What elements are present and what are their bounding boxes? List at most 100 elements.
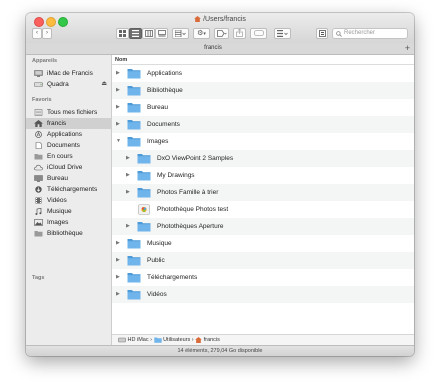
list-row[interactable]: ▶ Applications: [112, 65, 414, 82]
sidebar-item-telechargements[interactable]: Téléchargements: [26, 184, 112, 195]
list-row-label: My Drawings: [157, 172, 195, 179]
disclosure-closed-icon[interactable]: ▶: [126, 150, 130, 167]
column-view-button[interactable]: [142, 28, 155, 39]
path-separator: ›: [191, 337, 194, 343]
sidebar-item-videos[interactable]: Vidéos: [26, 195, 112, 206]
sidebar-item-bureau[interactable]: Bureau: [26, 173, 112, 184]
folder-icon: [127, 86, 141, 96]
folder-icon: [34, 154, 43, 160]
sidebar-item-label: Applications: [47, 131, 83, 138]
photo-library-icon: [138, 204, 150, 215]
window-title: /Users/francis: [26, 16, 414, 23]
sidebar-item-all-files[interactable]: Tous mes fichiers: [26, 107, 112, 118]
list-row[interactable]: ▶ Musique: [112, 235, 414, 252]
sidebar-item-label: Images: [47, 219, 69, 226]
folder-icon: [127, 137, 141, 147]
path-item-hd[interactable]: HD iMac: [128, 337, 149, 343]
new-tab-button[interactable]: +: [403, 44, 412, 53]
grid-icon: [119, 30, 126, 37]
sidebar-item-imac[interactable]: iMac de Francis: [26, 68, 112, 79]
tab-francis[interactable]: francis: [26, 43, 400, 54]
disclosure-closed-icon[interactable]: ▶: [126, 218, 130, 235]
sidebar-item-label: Téléchargements: [47, 186, 98, 193]
list-row[interactable]: ▶ Bibliothèque: [112, 82, 414, 99]
menu-lines-icon: [277, 30, 288, 37]
list-row-label: Musique: [147, 240, 172, 247]
sidebar-section-favorites: Favoris: [32, 97, 52, 103]
disclosure-closed-icon[interactable]: ▶: [116, 116, 120, 133]
eject-icon[interactable]: ⏏: [101, 79, 107, 90]
path-bar: HD iMac › Utilisateurs › francis: [112, 334, 414, 345]
sidebar-item-musique[interactable]: Musique: [26, 206, 112, 217]
list-row-label: Images: [147, 138, 169, 145]
list-row-label: Téléchargements: [147, 274, 198, 281]
list-row[interactable]: ▶ Photothèques Aperture: [112, 218, 414, 235]
home-icon: [194, 16, 201, 22]
path-item-utilisateurs[interactable]: Utilisateurs: [163, 337, 190, 343]
gallery-view-button[interactable]: [155, 28, 168, 39]
list-row[interactable]: ▶ My Drawings: [112, 167, 414, 184]
disclosure-closed-icon[interactable]: ▶: [116, 286, 120, 303]
tag-outline-icon: [253, 30, 264, 36]
music-icon: [35, 208, 42, 215]
list-row[interactable]: ▶ Vidéos: [112, 286, 414, 303]
folder-icon: [137, 154, 151, 164]
list-row[interactable]: ▶ Public: [112, 252, 414, 269]
disclosure-closed-icon[interactable]: ▶: [116, 82, 120, 99]
sidebar-item-icloud-drive[interactable]: iCloud Drive: [26, 162, 112, 173]
edit-tags-button[interactable]: [250, 28, 267, 39]
disclosure-open-icon[interactable]: ▼: [116, 133, 121, 150]
disclosure-closed-icon[interactable]: ▶: [116, 99, 120, 116]
folder-icon: [127, 239, 141, 249]
arrange-button[interactable]: [172, 28, 189, 39]
disclosure-closed-icon[interactable]: ▶: [116, 252, 120, 269]
list-row[interactable]: Photothèque Photos test: [112, 201, 414, 218]
disclosure-closed-icon[interactable]: ▶: [116, 65, 120, 82]
folder-icon: [34, 231, 43, 237]
window-title-text: /Users/francis: [203, 16, 246, 23]
list-row-label: Applications: [147, 70, 183, 77]
path-item-francis[interactable]: francis: [204, 337, 220, 343]
list-view-button[interactable]: [129, 28, 142, 39]
search-icon: [336, 31, 342, 37]
sidebar-item-label: Quadra: [47, 81, 69, 88]
sidebar-item-images[interactable]: Images: [26, 217, 112, 228]
list-row[interactable]: ▶ Bureau: [112, 99, 414, 116]
list-row[interactable]: ▶ Documents: [112, 116, 414, 133]
action-button[interactable]: ⚙▾: [193, 28, 210, 39]
status-text: 14 éléments, 279,04 Go disponible: [177, 348, 263, 354]
back-button[interactable]: ‹: [32, 28, 42, 39]
list-row-label: Public: [147, 257, 165, 264]
tags-button[interactable]: [214, 28, 229, 39]
forward-button[interactable]: ›: [42, 28, 52, 39]
arrange-icon: [174, 29, 186, 38]
folder-icon: [127, 120, 141, 130]
sidebar-item-francis[interactable]: francis: [26, 118, 112, 129]
share-button[interactable]: [233, 28, 246, 39]
list-row[interactable]: ▶ Photos Famille à trier: [112, 184, 414, 201]
sidebar-item-bibliotheque[interactable]: Bibliothèque: [26, 228, 112, 239]
folder-icon: [137, 188, 151, 198]
dropbox-button[interactable]: [274, 28, 291, 39]
disclosure-closed-icon[interactable]: ▶: [116, 235, 120, 252]
home-icon: [195, 337, 203, 343]
get-info-button[interactable]: [316, 28, 328, 39]
disclosure-closed-icon[interactable]: ▶: [126, 184, 130, 201]
sidebar-item-applications[interactable]: Applications: [26, 129, 112, 140]
list-row-label: Documents: [147, 121, 180, 128]
disclosure-closed-icon[interactable]: ▶: [116, 269, 120, 286]
info-icon: [318, 30, 326, 37]
list-row[interactable]: ▼ Images: [112, 133, 414, 150]
list-row[interactable]: ▶ Téléchargements: [112, 269, 414, 286]
column-header-name[interactable]: Nom: [112, 55, 414, 65]
list-row[interactable]: ▶ DxO ViewPoint 2 Samples: [112, 150, 414, 167]
all-files-icon: [34, 109, 43, 116]
search-input[interactable]: Rechercher: [332, 28, 408, 39]
sidebar-item-quadra[interactable]: Quadra ⏏: [26, 79, 112, 90]
sidebar-item-documents[interactable]: Documents: [26, 140, 112, 151]
sidebar-item-en-cours[interactable]: En cours: [26, 151, 112, 162]
icon-view-button[interactable]: [116, 28, 129, 39]
disclosure-closed-icon[interactable]: ▶: [126, 167, 130, 184]
sidebar-item-label: iMac de Francis: [47, 70, 93, 77]
chevron-left-icon: ‹: [36, 30, 38, 36]
